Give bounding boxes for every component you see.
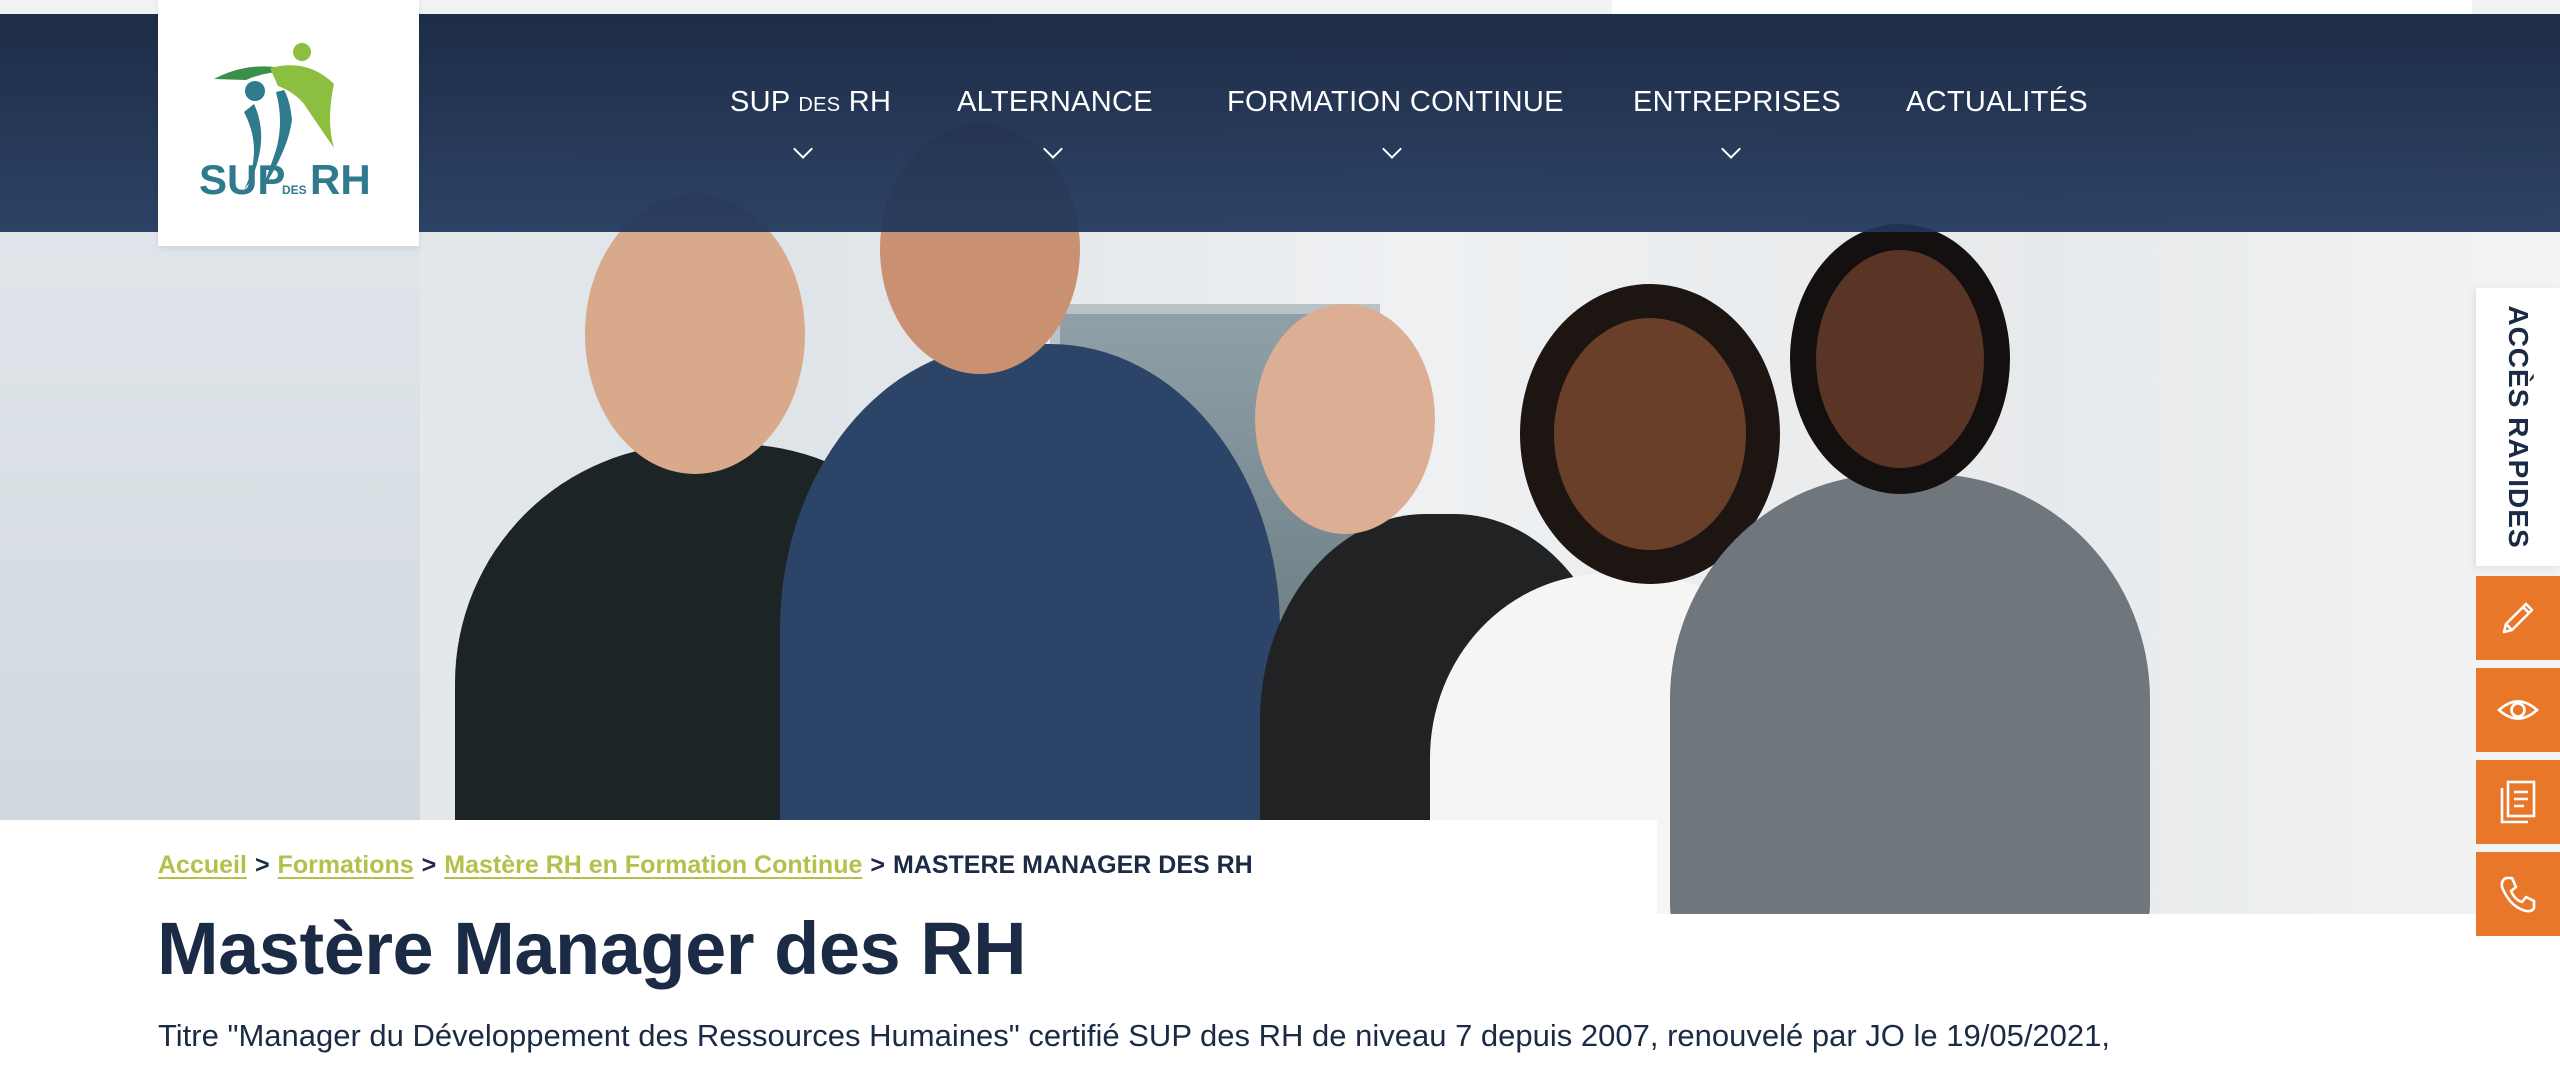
breadcrumb-separator: > [421,851,437,879]
page-subtitle: Titre "Manager du Développement des Ress… [158,1018,2111,1053]
page-title: Mastère Manager des RH [157,907,1027,990]
eye-icon [2497,700,2539,720]
nav-item-sup-des-rh[interactable]: SUP DES RH [730,86,892,186]
quick-access-view-button[interactable] [2476,668,2560,752]
breadcrumb-current: MASTERE MANAGER DES RH [892,851,1253,879]
nav-item-alternance[interactable]: ALTERNANCE [957,86,1153,186]
chevron-down-icon [1721,139,1741,159]
pencil-icon [2502,602,2534,634]
breadcrumb-link-mastere-formation-continue[interactable]: Mastère RH en Formation Continue [444,851,862,879]
nav-item-label: FORMATION CONTINUE [1227,86,1564,118]
nav-item-label: SUP DES RH [730,86,892,118]
quick-access-tab[interactable]: ACCÈS RAPIDES [2476,288,2560,566]
nav-item-formation-continue[interactable]: FORMATION CONTINUE [1227,86,1564,186]
nav-item-label: ACTUALITÉS [1906,86,2088,118]
logo-graphic: SUP DES RH [199,43,371,203]
site-logo[interactable]: SUP DES RH [158,0,419,246]
quick-access-contact-button[interactable] [2476,852,2560,936]
breadcrumb: Accueil > Formations > Mastère RH en Formati… [158,851,1253,880]
nav-item-label: ALTERNANCE [957,86,1153,118]
svg-text:RH: RH [310,156,371,203]
nav-item-actualites[interactable]: ACTUALITÉS [1906,86,2088,186]
hero-person-3-head [1255,304,1435,534]
chevron-down-icon [793,139,813,159]
breadcrumb-link-home[interactable]: Accueil [158,851,247,879]
chevron-down-icon [1043,139,1063,159]
nav-item-entreprises[interactable]: ENTREPRISES [1633,86,1841,186]
hero-person-5 [1670,474,2150,914]
breadcrumb-separator: > [254,851,270,879]
breadcrumb-link-formations[interactable]: Formations [278,851,414,879]
breadcrumb-separator: > [870,851,885,879]
hero-person-1-head [585,194,805,474]
hero-person-5-head [1790,224,2010,494]
phone-icon [2500,876,2536,913]
quick-access-brochure-button[interactable] [2476,760,2560,844]
quick-access-apply-button[interactable] [2476,576,2560,660]
document-icon [2500,780,2536,824]
chevron-down-icon [1382,139,1402,159]
quick-access-label: ACCÈS RAPIDES [2503,305,2534,549]
quick-access-sidebar: ACCÈS RAPIDES [2476,288,2560,938]
nav-item-label: ENTREPRISES [1633,86,1841,118]
svg-text:DES: DES [282,183,307,197]
top-strip-notch [1612,0,2472,14]
svg-text:SUP: SUP [199,156,285,203]
